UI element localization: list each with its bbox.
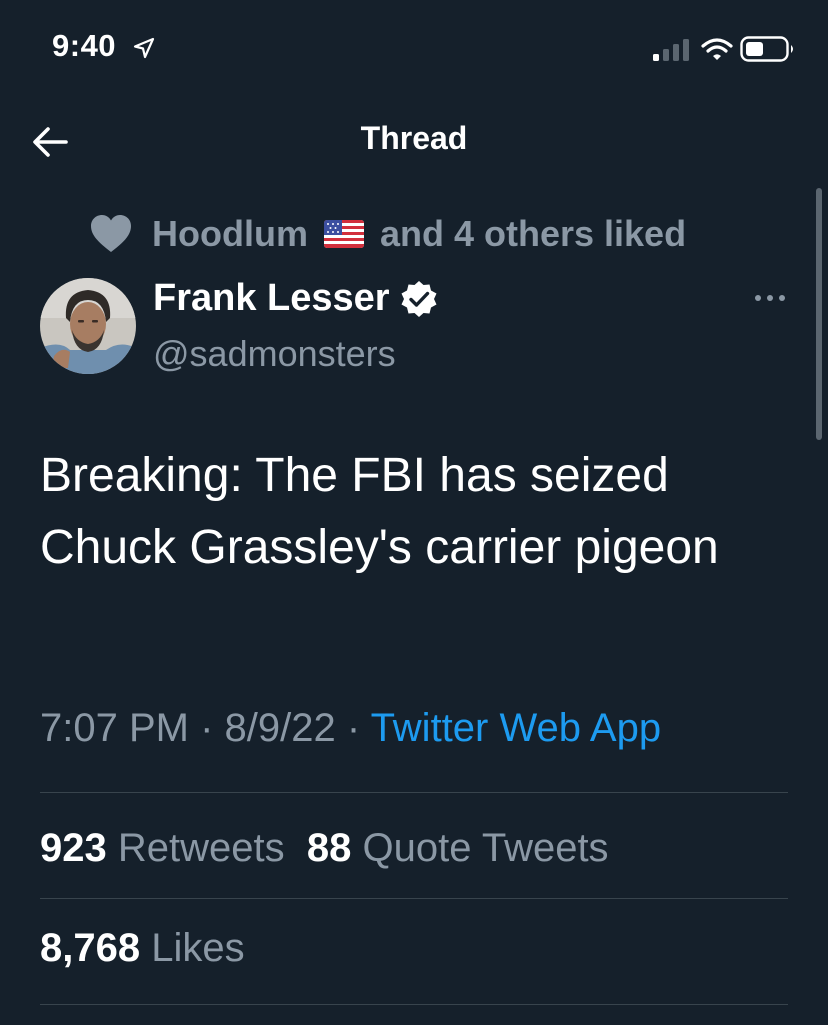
tweet-date: 8/9/22 (224, 706, 336, 750)
quote-tweets-stat[interactable]: 88 Quote Tweets (307, 826, 609, 870)
status-time: 9:40 (52, 28, 117, 63)
meta-separator: · (335, 706, 371, 750)
tweet-source-link[interactable]: Twitter Web App (371, 706, 662, 750)
battery-icon (740, 36, 793, 62)
tweet-metadata: 7:07 PM · 8/9/22 · Twitter Web App (40, 706, 661, 751)
quote-tweets-label: Quote Tweets (362, 826, 609, 870)
author-handle[interactable]: @sadmonsters (153, 333, 396, 375)
scrollbar[interactable] (816, 188, 822, 440)
signal-icon (653, 39, 689, 61)
meta-separator: · (188, 706, 225, 750)
social-context[interactable]: Hoodlum and 4 others liked (88, 208, 686, 260)
divider (40, 1004, 788, 1005)
page-title: Thread (360, 120, 468, 156)
retweets-label: Retweets (117, 826, 285, 870)
liker-name[interactable]: Hoodlum (152, 213, 308, 255)
more-options-icon[interactable] (752, 290, 788, 306)
author-name[interactable]: Frank Lesser (153, 277, 438, 320)
divider (40, 792, 788, 793)
tweet-time: 7:07 PM (40, 706, 189, 750)
retweets-stat[interactable]: 923 Retweets (40, 826, 285, 870)
likes-stat[interactable]: 8,768 Likes (40, 926, 245, 971)
social-context-text: and 4 others liked (379, 213, 687, 254)
retweet-quote-stats: 923 Retweets 88 Quote Tweets (40, 826, 609, 871)
retweets-count: 923 (40, 826, 107, 870)
likes-label: Likes (151, 926, 245, 970)
quote-tweets-count: 88 (306, 826, 352, 870)
tweet-text: Breaking: The FBI has seized Chuck Grass… (40, 449, 719, 574)
avatar[interactable] (40, 278, 136, 374)
divider (40, 898, 788, 899)
author-name-text[interactable]: Frank Lesser (153, 277, 390, 320)
location-arrow-icon (133, 37, 155, 59)
thread-header: Thread (0, 100, 828, 180)
wifi-icon (701, 38, 733, 60)
us-flag-icon (323, 220, 364, 248)
heart-icon (91, 215, 131, 252)
verified-badge-icon (401, 280, 437, 317)
likes-count: 8,768 (40, 926, 141, 970)
status-bar: 9:40 (0, 0, 828, 100)
